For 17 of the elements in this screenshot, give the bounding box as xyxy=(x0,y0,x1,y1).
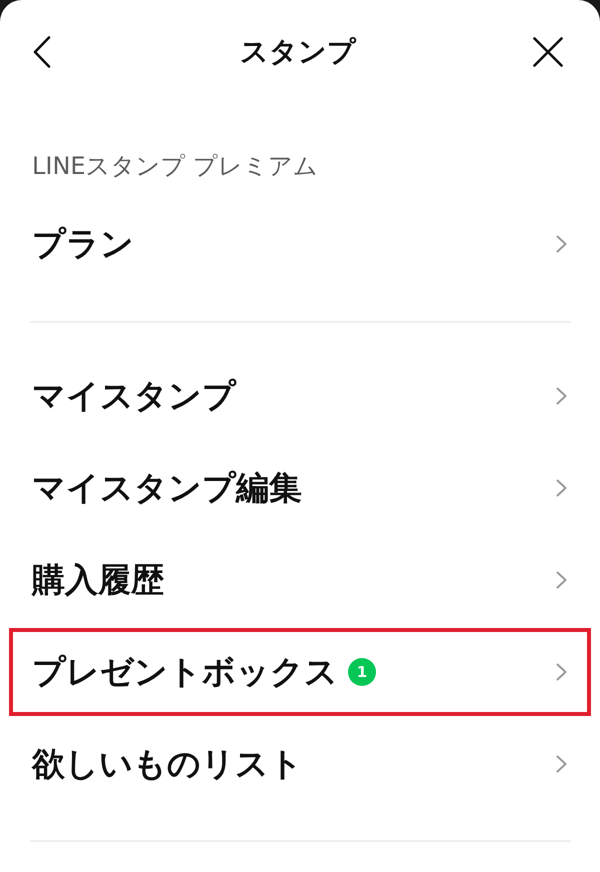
notification-badge: 1 xyxy=(348,658,376,686)
chevron-right-icon xyxy=(556,571,567,589)
close-icon[interactable] xyxy=(533,37,563,67)
menu-item[interactable]: プレゼントボックス 1 xyxy=(9,628,591,716)
section-heading: LINEスタンプ プレミアム xyxy=(31,151,320,182)
menu-item[interactable]: マイスタンプ xyxy=(9,352,591,440)
chevron-right-icon xyxy=(556,387,567,405)
chevron-right-icon xyxy=(556,663,567,681)
chevron-right-icon xyxy=(556,479,567,497)
chevron-right-icon xyxy=(556,235,567,253)
menu-item[interactable]: マイスタンプ編集 xyxy=(9,444,591,532)
menu-item[interactable]: 欲しいものリスト xyxy=(9,720,591,808)
screen-title: スタンプ xyxy=(240,34,356,70)
menu-item[interactable]: プラン xyxy=(9,200,591,288)
menu-item[interactable]: 購入履歴 xyxy=(9,536,591,624)
chevron-right-icon xyxy=(556,755,567,773)
back-icon[interactable] xyxy=(33,36,51,68)
